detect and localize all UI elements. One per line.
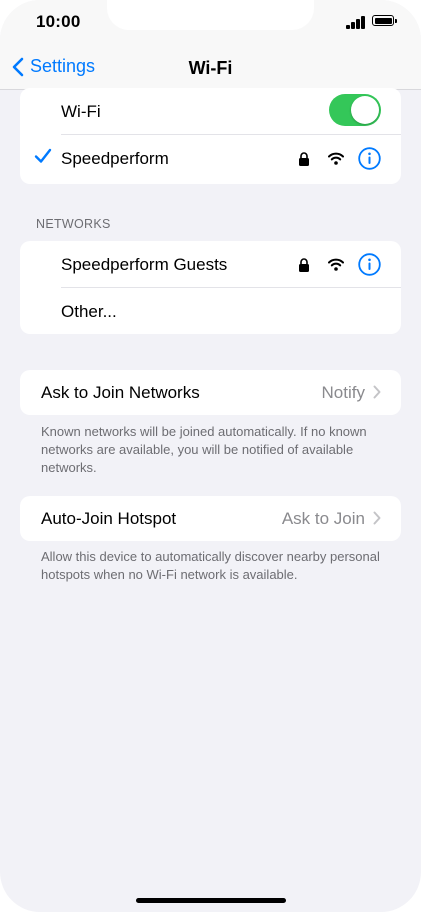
- phone-screen: 10:00 Settings Wi-Fi Wi-Fi Speedperform …: [0, 0, 421, 912]
- lock-icon: [299, 151, 309, 166]
- signal-icon: [346, 16, 366, 29]
- ask-to-join-label: Ask to Join Networks: [41, 383, 200, 402]
- notch: [107, 0, 314, 30]
- networks-section-header: NETWORKS: [36, 217, 111, 231]
- auto-join-hotspot-label: Auto-Join Hotspot: [41, 509, 177, 528]
- wifi-icon: [328, 258, 344, 271]
- battery-icon: [372, 15, 397, 26]
- network-row[interactable]: Speedperform Guests: [20, 241, 401, 288]
- ask-to-join-value: Notify: [321, 383, 365, 402]
- status-time: 10:00: [36, 12, 81, 31]
- navigation-bar: Settings Wi-Fi: [0, 48, 421, 90]
- auto-join-hotspot-value: Ask to Join: [281, 509, 365, 528]
- network-name: Speedperform Guests: [61, 254, 228, 274]
- home-indicator[interactable]: [136, 898, 286, 903]
- networks-card: Speedperform Guests Other...: [20, 241, 401, 334]
- info-icon[interactable]: [358, 147, 381, 170]
- chevron-right-icon: [373, 511, 381, 525]
- wifi-toggle-label: Wi-Fi: [61, 101, 101, 121]
- chevron-right-icon: [373, 385, 381, 399]
- info-icon[interactable]: [358, 253, 381, 276]
- connected-network-name: Speedperform: [61, 148, 169, 168]
- ask-to-join-row[interactable]: Ask to Join Networks Notify: [20, 370, 401, 415]
- wifi-toggle[interactable]: [329, 94, 381, 126]
- connected-network-row[interactable]: Speedperform: [20, 135, 401, 182]
- wifi-toggle-row: Wi-Fi: [20, 88, 401, 135]
- wifi-icon: [328, 152, 344, 165]
- checkmark-icon: [34, 148, 52, 163]
- toggle-knob: [351, 96, 379, 124]
- page-title: Wi-Fi: [188, 58, 233, 78]
- other-network-row[interactable]: Other...: [20, 288, 401, 334]
- auto-join-hotspot-row[interactable]: Auto-Join Hotspot Ask to Join: [20, 496, 401, 541]
- ask-to-join-footnote: Known networks will be joined automatica…: [41, 424, 367, 475]
- other-network-label: Other...: [61, 301, 117, 321]
- auto-join-hotspot-footnote: Allow this device to automatically disco…: [41, 549, 380, 582]
- status-bar: 10:00: [0, 0, 421, 48]
- lock-icon: [299, 257, 309, 272]
- wifi-card: Wi-Fi Speedperform: [20, 88, 401, 184]
